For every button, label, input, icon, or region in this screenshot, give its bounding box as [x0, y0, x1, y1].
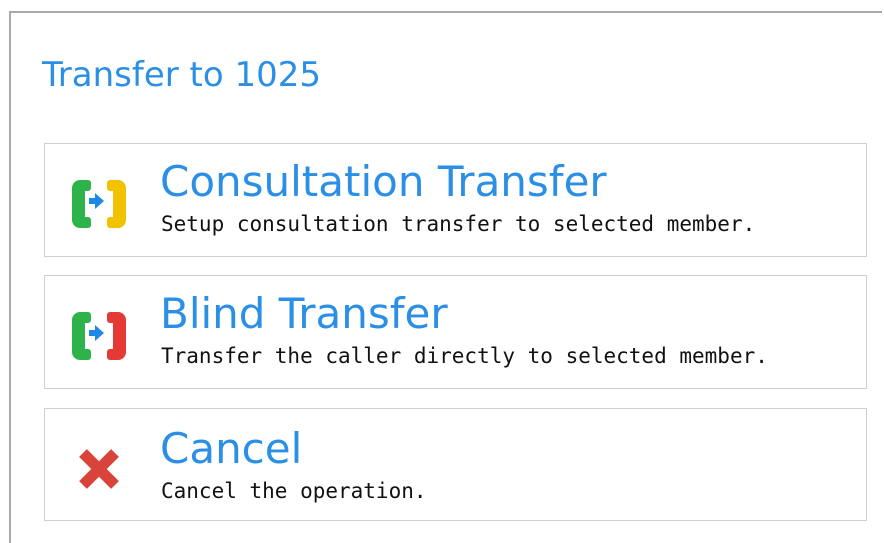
consultation-transfer-icon [72, 180, 126, 228]
option-description: Cancel the operation. [161, 479, 427, 503]
option-description: Setup consultation transfer to selected … [161, 212, 756, 236]
consultation-transfer-button[interactable]: Consultation Transfer Setup consultation… [44, 143, 867, 257]
option-label: Cancel [160, 424, 303, 473]
blind-transfer-button[interactable]: Blind Transfer Transfer the caller direc… [44, 275, 867, 389]
blind-transfer-icon [72, 312, 126, 360]
option-label: Blind Transfer [160, 289, 448, 338]
option-label: Consultation Transfer [160, 157, 607, 206]
option-description: Transfer the caller directly to selected… [161, 344, 768, 368]
cancel-x-icon [79, 449, 119, 489]
transfer-dialog: Transfer to 1025 Consultation Transfer S… [9, 11, 882, 543]
cancel-button[interactable]: Cancel Cancel the operation. [44, 408, 867, 521]
dialog-title: Transfer to 1025 [42, 55, 321, 95]
